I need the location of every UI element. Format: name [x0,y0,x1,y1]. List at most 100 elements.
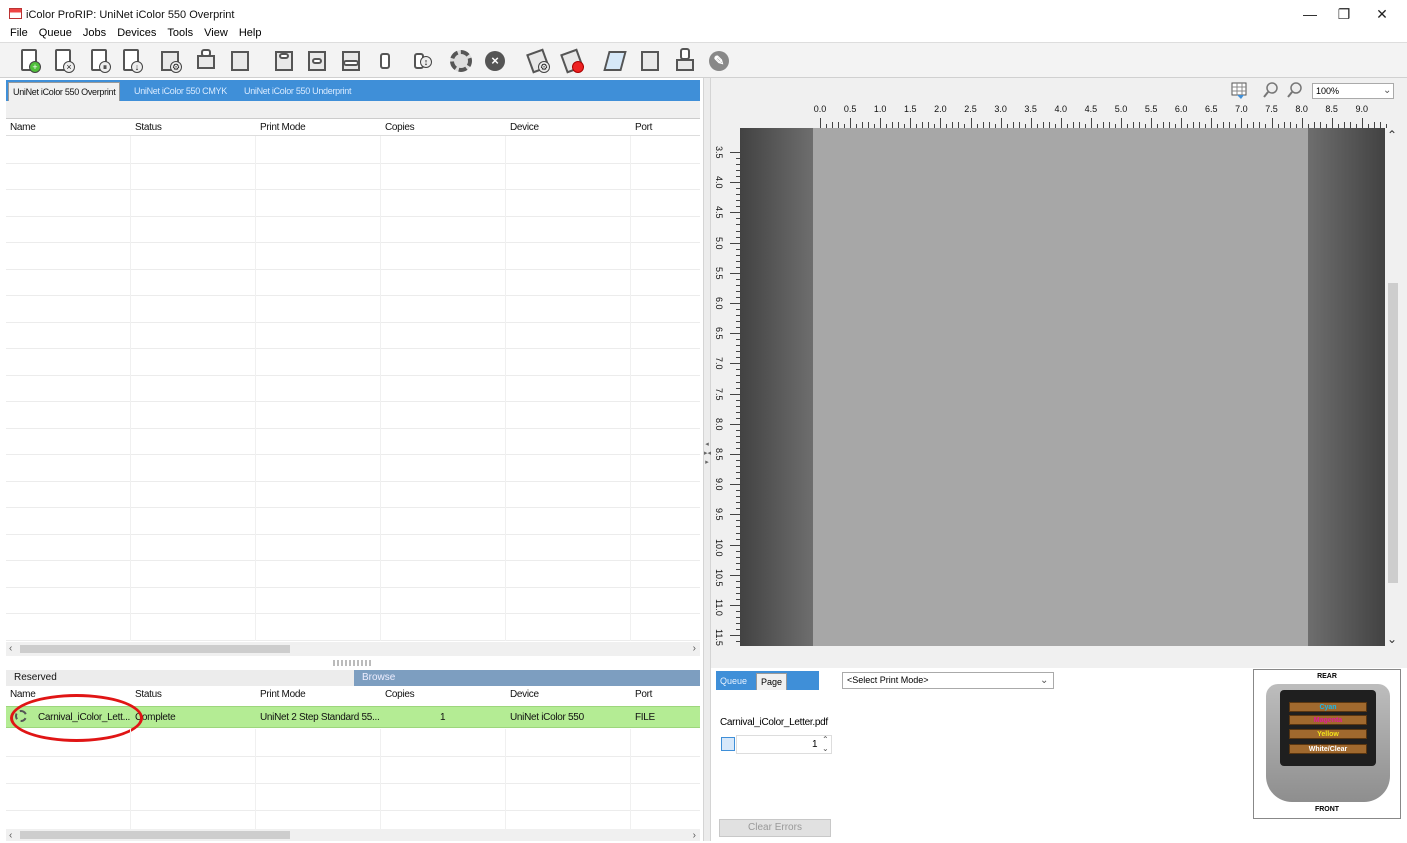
layout-icon[interactable] [227,48,253,74]
tab-queue[interactable]: Queue [716,673,751,690]
clear-errors-button[interactable]: Clear Errors [719,819,831,837]
close-button[interactable]: ✕ [1372,6,1392,22]
chevron-up-icon[interactable]: ⌃ [1387,128,1397,142]
grid-column-line [130,136,131,641]
column-name[interactable]: Name [10,122,36,133]
remove-file-icon[interactable]: × [50,48,76,74]
column-copies[interactable]: Copies [385,122,415,133]
ruler-tick [730,242,740,244]
splitter-grip-icon[interactable]: ◂ ▸◂ ▸ [704,440,711,476]
front-label: FRONT [1314,806,1340,813]
ruler-tick [1211,118,1213,128]
menu-tools[interactable]: Tools [167,25,193,41]
column-status[interactable]: Status [135,689,162,700]
align-top-icon[interactable] [271,48,297,74]
properties-tabstrip: Queue Page [716,671,819,690]
job-port: FILE [635,712,655,723]
tab-overprint[interactable]: UniNet iColor 550 Overprint [8,82,121,101]
ruler-tick [730,272,740,274]
column-device[interactable]: Device [510,122,539,133]
device-settings-icon[interactable]: ⚙ [525,48,551,74]
device-stop-icon[interactable] [559,48,585,74]
preview-vscrollbar[interactable]: ⌃ ⌄ [1385,128,1401,646]
ruler-tick [730,333,740,335]
grid-column-line [130,729,131,829]
ruler-label: 8.5 [1325,104,1338,114]
grid-toggle-icon[interactable] [1230,81,1248,99]
spinner-icon[interactable]: ⌃ ⌄ [822,735,829,753]
menu-devices[interactable]: Devices [117,25,156,41]
restore-button[interactable]: ❐ [1334,6,1354,22]
minimize-button[interactable]: — [1300,6,1320,22]
grid-row-line [6,613,700,614]
grid-column-line [380,136,381,641]
ruler-label: 8.0 [1295,104,1308,114]
print-job-icon[interactable] [672,48,698,74]
ruler-label: 7.5 [714,387,724,401]
align-bottom-icon[interactable] [338,48,364,74]
column-print-mode[interactable]: Print Mode [260,122,306,133]
hold-file-icon[interactable]: ⏸ [86,48,112,74]
print-mode-select[interactable]: <Select Print Mode> [842,672,1054,689]
chevron-down-icon[interactable]: ⌄ [1387,632,1397,646]
grid-row-line [6,348,700,349]
monitor-icon[interactable] [637,48,663,74]
menu-queue[interactable]: Queue [39,25,72,41]
menu-help[interactable]: Help [239,25,262,41]
page-thumbnail-icon[interactable] [721,737,735,751]
zoom-in-icon[interactable] [1262,81,1280,99]
column-print-mode[interactable]: Print Mode [260,689,306,700]
window-title: iColor ProRIP: UniNet iColor 550 Overpri… [26,9,235,21]
grid-column-line [505,729,506,829]
ruler-label: 6.0 [1174,104,1188,114]
tab-underprint[interactable]: UniNet iColor 550 Underprint [240,82,355,101]
ruler-tick [1121,118,1122,128]
ruler-tick [730,393,740,395]
horizontal-splitter[interactable] [333,660,373,666]
ruler-label: 10.0 [714,538,724,557]
column-status[interactable]: Status [135,122,162,133]
align-center-icon[interactable] [304,48,330,74]
column-port[interactable]: Port [635,689,652,700]
column-copies[interactable]: Copies [385,689,415,700]
column-device[interactable]: Device [510,689,539,700]
ruler-tick [730,363,740,365]
ruler-tick [850,118,852,128]
zoom-select[interactable]: 100% [1312,83,1394,99]
reserved-hscrollbar[interactable]: ‹ › [6,829,700,841]
queue-grid[interactable] [6,136,700,641]
flip-icon[interactable]: ↕ [406,48,432,74]
grid-row-line [6,427,700,429]
preview-right-margin [1308,128,1385,646]
ruler-tick [1361,118,1363,128]
grid-row-line [6,162,700,164]
settings-icon[interactable] [448,48,474,74]
send-icon[interactable] [602,48,628,74]
ruler-tick [730,635,740,637]
chevron-down-icon[interactable]: ⌄ [1040,672,1048,689]
queue-hscrollbar[interactable]: ‹ › [6,642,700,656]
tab-cmyk[interactable]: UniNet iColor 550 CMYK [130,82,231,101]
release-file-icon[interactable]: ↓ [118,48,144,74]
browse-section-label[interactable]: Browse [354,670,700,686]
ruler-label: 7.5 [1265,104,1278,114]
queue-grid-header: Name Status Print Mode Copies Device Por… [6,120,700,136]
chevron-down-icon[interactable]: ⌄ [1383,83,1391,99]
zoom-out-icon[interactable] [1286,81,1304,99]
add-file-icon[interactable]: + [16,48,42,74]
rotate-icon[interactable] [372,48,398,74]
reserved-grid[interactable] [6,729,700,829]
column-port[interactable]: Port [635,122,652,133]
menu-view[interactable]: View [204,25,228,41]
printer-icon[interactable] [193,48,219,74]
ruler-label: 0.5 [843,104,857,114]
column-name[interactable]: Name [10,689,36,700]
ruler-label: 4.0 [1054,104,1068,114]
queue-settings-icon[interactable]: ⚙ [157,48,183,74]
cancel-icon[interactable]: × [482,48,508,74]
menu-jobs[interactable]: Jobs [83,25,106,41]
menu-file[interactable]: File [10,25,28,41]
calibrate-icon[interactable]: ✎ [706,48,732,74]
ruler-tick [730,484,740,486]
tab-page[interactable]: Page [756,673,788,690]
